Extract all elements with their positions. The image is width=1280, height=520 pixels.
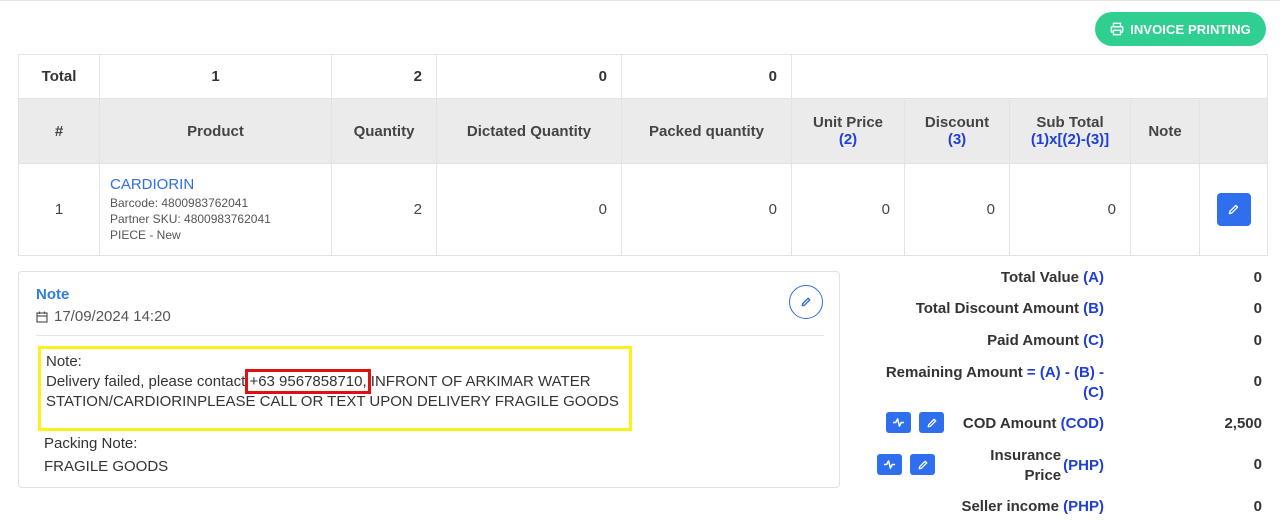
header-discount-label: Discount: [924, 114, 990, 131]
total-label: Total: [18, 54, 100, 99]
paid-amount-code: (C): [1083, 332, 1104, 349]
total-row: Total 1 2 0 0: [18, 54, 1269, 99]
product-name-link[interactable]: CARDIORIN: [110, 176, 331, 193]
pencil-icon: [801, 297, 811, 307]
paid-amount-value: 0: [1253, 332, 1262, 349]
row-note: [1130, 163, 1200, 256]
header-unit-price-label: Unit Price: [812, 114, 884, 131]
total-dictated-quantity: 0: [436, 54, 622, 99]
note-label: Note:: [46, 353, 82, 370]
total-row-empty: [790, 54, 1269, 99]
row-actions: [1198, 163, 1269, 256]
header-product: Product: [99, 98, 332, 164]
header-note: Note: [1130, 98, 1200, 164]
invoice-printing-button[interactable]: INVOICE PRINTING: [1095, 12, 1266, 46]
remaining-amount-formula: = (A) - (B) -: [1026, 364, 1104, 381]
header-unit-price-code: (2): [838, 131, 858, 148]
note-card-title: Note: [36, 286, 70, 303]
note-phone-number: +63 9567858710,: [245, 369, 371, 394]
note-date: 17/09/2024 14:20: [36, 308, 171, 325]
paid-amount-label: Paid Amount: [987, 332, 1084, 349]
total-discount-amount: 0: [1253, 300, 1262, 317]
pencil-icon: [927, 418, 936, 427]
insurance-price-code: (PHP): [1063, 457, 1104, 474]
total-packed-quantity: 0: [621, 54, 792, 99]
row-index: 1: [18, 163, 100, 256]
row-discount: 0: [904, 163, 1010, 256]
total-value-code: (A): [1083, 269, 1104, 286]
row-quantity: 2: [331, 163, 437, 256]
edit-note-button[interactable]: [789, 285, 823, 319]
activity-icon: [884, 460, 895, 469]
cod-amount-code: (COD): [1060, 415, 1104, 432]
header-sub-total: Sub Total (1)x[(2)-(3)]: [1009, 98, 1131, 164]
packing-note-text: FRAGILE GOODS: [44, 458, 169, 475]
cod-history-button[interactable]: [886, 412, 911, 433]
edit-row-button[interactable]: [1216, 193, 1251, 226]
row-dictated-quantity: 0: [436, 163, 622, 256]
header-discount: Discount (3): [904, 98, 1010, 164]
header-sub-total-formula: (1)x[(2)-(3)]: [1030, 131, 1110, 148]
total-quantity: 2: [331, 54, 437, 99]
header-index: #: [18, 98, 100, 164]
total-value-amount: 0: [1253, 269, 1262, 286]
header-sub-total-label: Sub Total: [1036, 114, 1104, 131]
row-packed-quantity: 0: [621, 163, 792, 256]
seller-income-label: Seller income: [961, 498, 1064, 515]
note-date-text: 17/09/2024 14:20: [54, 308, 171, 325]
note-divider: [36, 335, 824, 336]
insurance-edit-button[interactable]: [910, 454, 935, 475]
insurance-price-label: Insurance Price: [990, 447, 1062, 484]
remaining-amount-label: Remaining Amount: [885, 364, 1027, 381]
remaining-amount-formula-end: (C): [1083, 384, 1104, 401]
seller-income-code: (PHP): [1063, 498, 1104, 515]
cod-amount-value: 2,500: [1224, 415, 1262, 432]
row-sub-total: 0: [1009, 163, 1131, 256]
table-header-row: # Product Quantity Dictated Quantity Pac…: [18, 98, 1269, 164]
top-divider: [0, 0, 1280, 1]
header-packed-quantity: Packed quantity: [621, 98, 792, 164]
cod-edit-button[interactable]: [919, 412, 944, 433]
seller-income-value: 0: [1253, 498, 1262, 515]
total-value-label: Total Value: [1000, 269, 1084, 286]
table-row: 1 CARDIORIN Barcode: 4800983762041 Partn…: [18, 163, 1269, 256]
packing-note-label: Packing Note:: [44, 435, 138, 452]
pencil-icon: [1228, 204, 1239, 215]
header-discount-code: (3): [947, 131, 967, 148]
product-unit: PIECE - New: [110, 227, 181, 242]
row-unit-price: 0: [791, 163, 905, 256]
note-card: Note 17/09/2024 14:20 Note: Delivery fai…: [18, 271, 840, 488]
calendar-icon: [36, 311, 48, 323]
total-product-count: 1: [99, 54, 332, 99]
insurance-price-value: 0: [1253, 456, 1262, 473]
product-barcode: Barcode: 4800983762041: [110, 195, 249, 210]
printer-icon: [1110, 22, 1124, 36]
invoice-printing-label: INVOICE PRINTING: [1130, 21, 1251, 37]
insurance-history-button[interactable]: [877, 454, 902, 475]
header-actions: [1198, 98, 1269, 164]
delivery-note-highlight: Note: Delivery failed, please contact +6…: [38, 346, 632, 431]
header-unit-price: Unit Price (2): [791, 98, 905, 164]
order-items-table: Total 1 2 0 0 # Product Quantity Dictate…: [18, 54, 1269, 256]
pencil-icon: [918, 460, 927, 469]
total-discount-label: Total Discount Amount: [915, 300, 1084, 317]
note-text-prefix: Delivery failed, please contact: [46, 373, 250, 390]
total-discount-code: (B): [1083, 300, 1104, 317]
header-dictated-quantity: Dictated Quantity: [436, 98, 622, 164]
row-product: CARDIORIN Barcode: 4800983762041 Partner…: [99, 163, 332, 256]
header-quantity: Quantity: [331, 98, 437, 164]
activity-icon: [893, 418, 904, 427]
product-partner-sku: Partner SKU: 4800983762041: [110, 211, 271, 226]
cod-amount-label: COD Amount: [962, 415, 1061, 432]
remaining-amount-value: 0: [1253, 373, 1262, 390]
packing-note: Packing Note: FRAGILE GOODS: [44, 432, 168, 478]
